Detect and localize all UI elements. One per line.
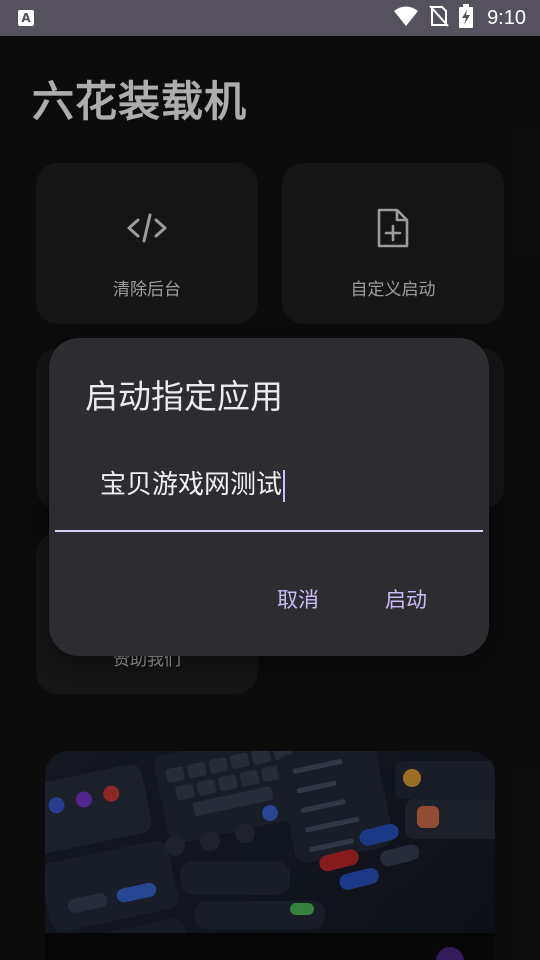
app-name-input[interactable]: 宝贝游戏网测试 — [55, 446, 483, 532]
wifi-icon — [393, 5, 419, 31]
dialog-title: 启动指定应用 — [85, 377, 283, 416]
input-value: 宝贝游戏网测试 — [100, 470, 283, 500]
status-icons: 9:10 — [393, 0, 526, 36]
cancel-button[interactable]: 取消 — [277, 584, 319, 614]
text-caret — [283, 469, 286, 502]
no-sim-icon — [429, 5, 449, 31]
app-notification-icon: A — [18, 10, 34, 26]
battery-charging-icon — [459, 4, 474, 32]
screen: A 9:10 六花装载机 清除后台 自定义启动 赞助我们 启动指定应用 宝贝游戏… — [0, 0, 540, 960]
launch-app-dialog: 启动指定应用 宝贝游戏网测试 取消 启动 — [49, 338, 489, 656]
clock: 9:10 — [487, 6, 526, 29]
input-underline — [55, 530, 483, 532]
launch-button[interactable]: 启动 — [385, 584, 427, 614]
input-value-wrapper: 宝贝游戏网测试 — [100, 464, 286, 502]
status-bar: A 9:10 — [0, 0, 540, 36]
